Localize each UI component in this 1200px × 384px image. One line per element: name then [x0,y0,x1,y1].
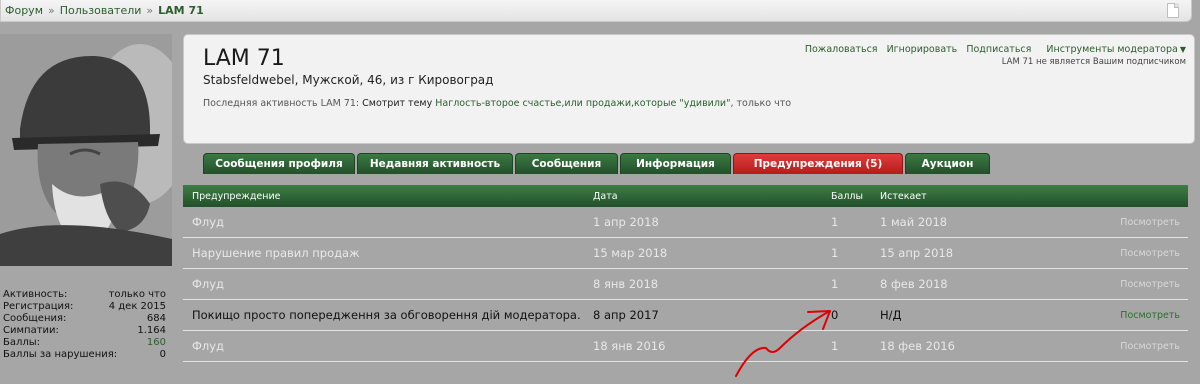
table-row: Флуд 8 янв 2018 1 8 фев 2018 Посмотреть [183,269,1188,300]
view-warning-link[interactable]: Посмотреть [1120,217,1180,228]
stat-label: Активность: [3,289,68,300]
view-warning-link[interactable]: Посмотреть [1120,341,1180,352]
ignore-link[interactable]: Игнорировать [887,44,958,55]
tab-information[interactable]: Информация [620,153,731,174]
breadcrumb-separator: » [146,4,154,17]
warning-title: Флуд [192,215,225,229]
column-warning: Предупреждение [192,191,281,202]
stat-row: Регистрация: 4 дек 2015 [0,301,172,313]
last-activity: Последняя активность LAM 71: Смотрит тем… [203,98,791,109]
table-row: Флуд 18 янв 2016 1 18 фев 2016 Посмотреть [183,331,1188,362]
last-activity-topic-link[interactable]: Наглость-второе счастье,или продажи,кото… [435,98,730,109]
column-points: Баллы [831,191,863,202]
warning-points: 1 [831,277,839,291]
user-location-link[interactable]: г Кировоград [408,73,493,87]
column-date: Дата [593,191,618,202]
warning-title: Флуд [192,277,225,291]
stat-value[interactable]: 160 [147,337,166,349]
stat-label: Регистрация: [3,301,74,312]
warning-expires: Н/Д [880,308,902,322]
warning-date: 18 янв 2016 [593,339,666,353]
warning-expires: 1 май 2018 [880,215,948,229]
tab-recent-activity[interactable]: Недавняя активность [357,153,513,174]
stat-label: Баллы за нарушения: [3,349,118,360]
warning-date: 15 мар 2018 [593,246,668,260]
stat-row: Сообщения: 684 [0,313,172,325]
profile-actions: Пожаловаться Игнорировать Подписаться Ин… [799,44,1186,55]
profile-tabs: Сообщения профиля Недавняя активность Со… [203,153,990,174]
stat-value: 684 [146,313,166,324]
warning-title: Нарушение правил продаж [192,246,360,260]
page-icon[interactable] [1167,3,1179,18]
stat-row: Баллы: 160 [0,337,172,349]
chevron-down-icon: ▼ [1179,45,1186,54]
follow-note: LAM 71 не является Вашим подписчиком [1001,57,1186,67]
stat-row: Баллы за нарушения: 0 [0,349,172,361]
view-warning-link[interactable]: Посмотреть [1120,310,1180,321]
tab-auction[interactable]: Аукцион [905,153,990,174]
table-row: Флуд 1 апр 2018 1 1 май 2018 Посмотреть [183,207,1188,238]
warnings-table: Предупреждение Дата Баллы Истекает Флуд 1… [183,185,1188,362]
warning-points: 1 [831,246,839,260]
breadcrumb-separator: » [48,4,55,17]
column-expires: Истекает [880,191,927,202]
table-row: Нарушение правил продаж 15 мар 2018 1 15 ап… [183,238,1188,269]
breadcrumb-current[interactable]: LAM 71 [158,4,204,17]
table-header: Предупреждение Дата Баллы Истекает [183,185,1188,207]
view-warning-link[interactable]: Посмотреть [1120,279,1180,290]
tab-postings[interactable]: Сообщения [515,153,618,174]
breadcrumb-forum[interactable]: Форум [5,4,43,17]
warning-expires: 18 фев 2016 [880,339,955,353]
stat-value: только что [108,289,166,300]
last-activity-time: , только что [730,98,792,109]
moderator-tools-link[interactable]: Инструменты модератора ▼ [1040,44,1186,55]
stat-row: Симпатии: 1.164 [0,325,172,337]
stat-label: Баллы: [3,337,41,348]
table-body: Флуд 1 апр 2018 1 1 май 2018 Посмотреть Наруш… [183,207,1188,362]
user-info: Stabsfeldwebel, Мужской, 46, из г Кирово… [203,73,493,87]
user-info-from: из [390,73,405,87]
stat-row: Активность: только что [0,289,172,301]
warning-points: 0 [831,308,839,322]
warning-title: Флуд [192,339,225,353]
stat-value: 1.164 [137,325,166,336]
stat-value: 4 дек 2015 [108,301,166,312]
stat-label: Сообщения: [3,313,67,324]
tab-warnings[interactable]: Предупреждения (5) [733,153,903,174]
stat-value: 0 [159,349,166,360]
warning-points: 1 [831,215,839,229]
warning-date: 8 янв 2018 [593,277,659,291]
breadcrumb-users[interactable]: Пользователи [60,4,142,17]
view-warning-link[interactable]: Посмотреть [1120,248,1180,259]
avatar-photo [0,34,172,266]
username: LAM 71 [203,46,285,71]
avatar[interactable] [0,34,172,266]
member-stats: Активность: только что Регистрация: 4 дек 2… [0,289,172,361]
follow-link[interactable]: Подписаться [966,44,1031,55]
last-activity-label: Последняя активность LAM 71: [203,98,360,109]
moderator-tools-label: Инструменты модератора [1046,44,1178,55]
warning-title: Покищо просто попередження за обговоренн… [192,308,581,322]
warning-date: 1 апр 2018 [593,215,659,229]
table-row: Покищо просто попередження за обговоренн… [183,300,1188,331]
last-activity-action: Смотрит тему [362,98,433,109]
warning-date: 8 апр 2017 [593,308,659,322]
tab-profile-posts[interactable]: Сообщения профиля [203,153,355,174]
warning-points: 1 [831,339,839,353]
report-link[interactable]: Пожаловаться [805,44,878,55]
warning-expires: 8 фев 2018 [880,277,948,291]
stat-label: Симпатии: [3,325,59,336]
breadcrumb: Форум » Пользователи » LAM 71 [0,0,1192,22]
user-info-text: Stabsfeldwebel, Мужской, 46, [203,73,387,87]
profile-card: LAM 71 Stabsfeldwebel, Мужской, 46, из г… [183,34,1195,144]
warning-expires: 15 апр 2018 [880,246,954,260]
